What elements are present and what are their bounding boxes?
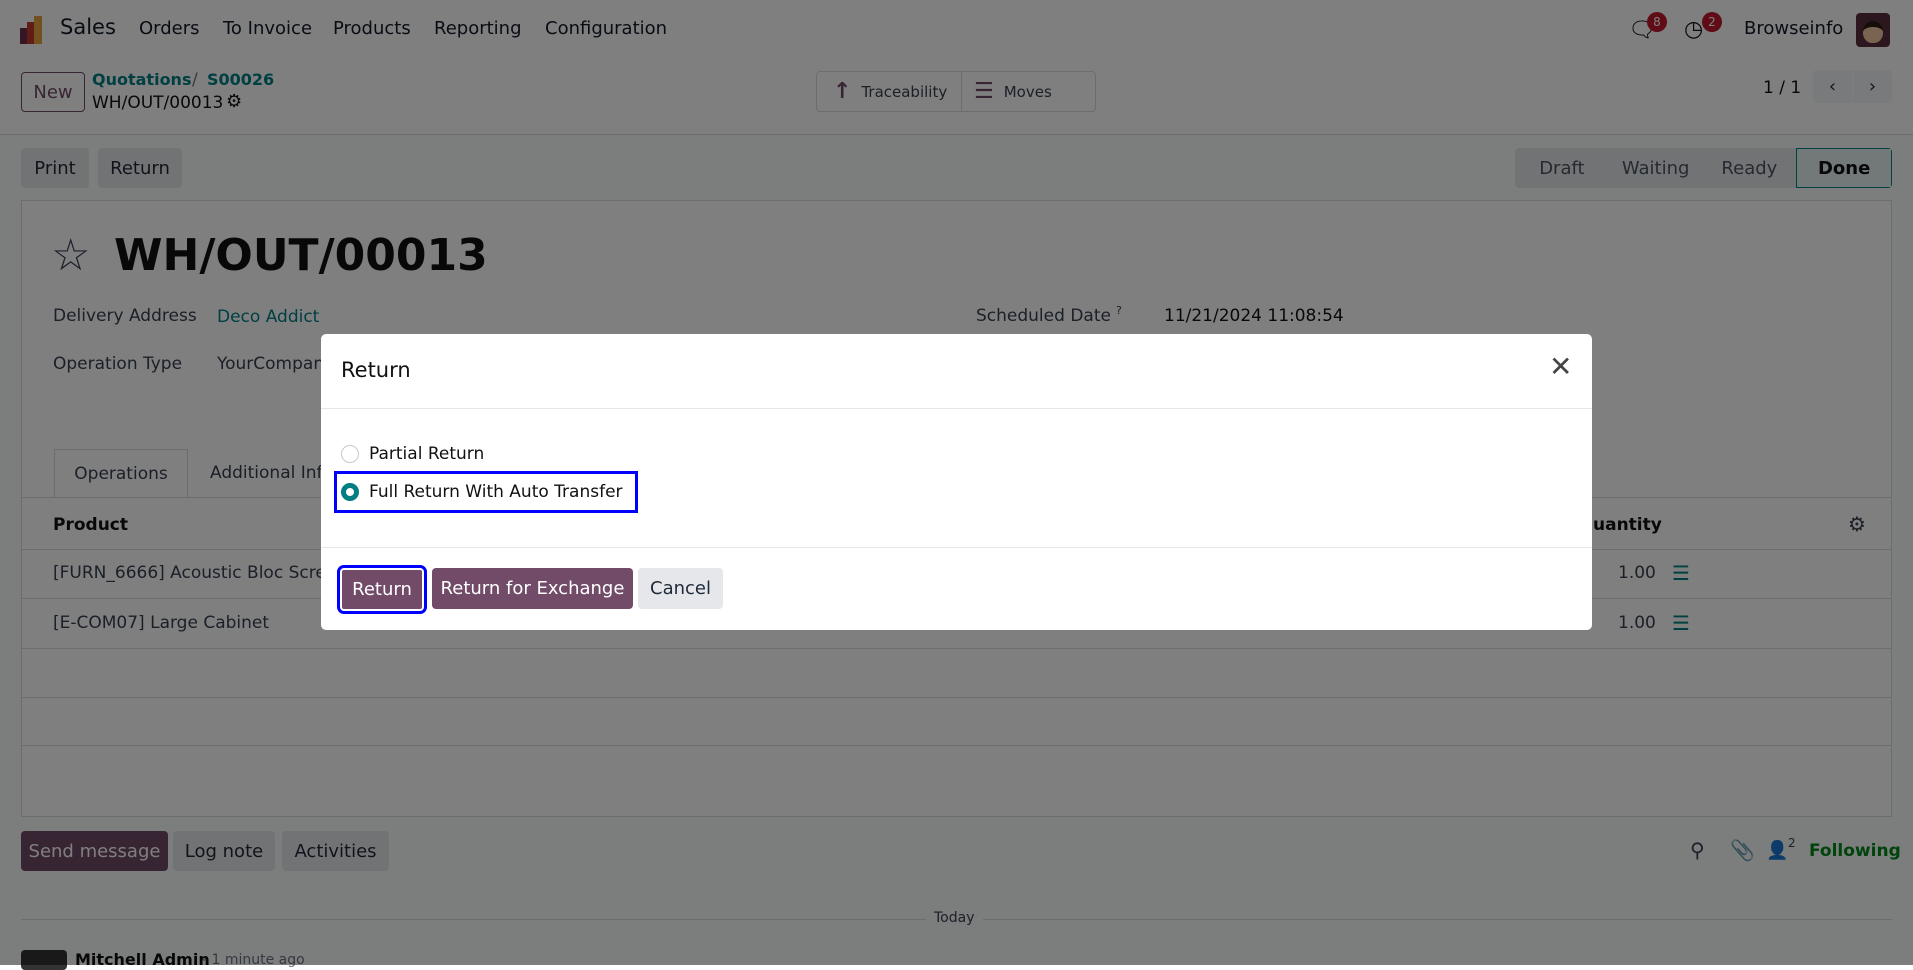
radio-partial-return[interactable] [341, 445, 359, 463]
return-for-exchange-button[interactable]: Return for Exchange [432, 568, 633, 609]
option-full-return-auto-transfer[interactable]: Full Return With Auto Transfer [334, 471, 638, 513]
option-label: Partial Return [369, 444, 485, 464]
return-dialog: Return ✕ Partial Return Full Return With… [321, 334, 1592, 630]
dialog-footer-divider [321, 547, 1592, 548]
cancel-button[interactable]: Cancel [638, 568, 723, 609]
option-partial-return[interactable]: Partial Return [341, 444, 484, 464]
dialog-title: Return [341, 358, 411, 382]
dialog-header-divider [321, 408, 1592, 409]
option-label: Full Return With Auto Transfer [369, 482, 623, 502]
radio-full-return[interactable] [341, 483, 359, 501]
close-icon[interactable]: ✕ [1549, 350, 1572, 383]
return-confirm-button[interactable]: Return [337, 565, 427, 614]
